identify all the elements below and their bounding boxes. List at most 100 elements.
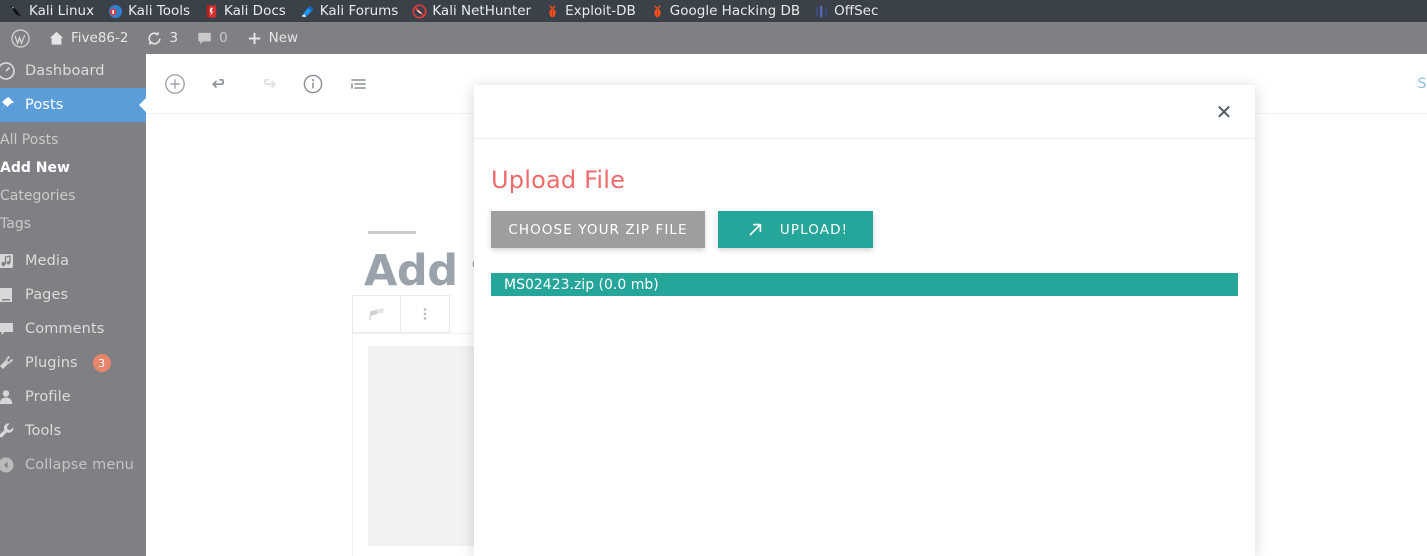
admin-bar-new[interactable]: New bbox=[237, 22, 307, 54]
bookmark-google-hacking-db[interactable]: Google Hacking DB bbox=[643, 0, 807, 22]
arrow-up-right-icon bbox=[749, 223, 762, 236]
add-block-button[interactable] bbox=[158, 67, 192, 101]
bookmark-offsec[interactable]: OffSec bbox=[807, 0, 885, 22]
kali-nethunter-icon bbox=[412, 3, 427, 19]
modal-header: ✕ bbox=[474, 85, 1255, 139]
sidebar-item-collapse-menu[interactable]: Collapse menu bbox=[0, 448, 146, 482]
updates-icon bbox=[148, 31, 162, 45]
list-view-icon bbox=[351, 78, 366, 89]
sidebar-item-label: Comments bbox=[25, 321, 105, 337]
sidebar-item-dashboard[interactable]: Dashboard bbox=[0, 54, 146, 88]
pages-icon bbox=[0, 288, 12, 302]
sidebar-item-comments[interactable]: Comments bbox=[0, 312, 146, 346]
bookmark-label: Kali Docs bbox=[224, 3, 286, 19]
admin-bar-comments[interactable]: 0 bbox=[187, 22, 237, 54]
bookmark-kali-nethunter[interactable]: Kali NetHunter bbox=[405, 0, 538, 22]
upload-file-modal: ✕ Upload File CHOOSE YOUR ZIP FILE UPLOA… bbox=[474, 85, 1255, 556]
bookmark-kali-tools[interactable]: Kali Tools bbox=[101, 0, 197, 22]
sidebar-item-tools[interactable]: Tools bbox=[0, 414, 146, 448]
admin-bar-site-name[interactable]: Five86-2 bbox=[39, 22, 137, 54]
admin-sidebar: Dashboard Posts All Posts Add New Catego… bbox=[0, 54, 147, 556]
submenu-label: Add New bbox=[0, 160, 70, 176]
new-label: New bbox=[268, 30, 299, 46]
sidebar-item-label: Tools bbox=[25, 423, 62, 439]
block-toolbar bbox=[352, 295, 450, 333]
sidebar-subitem-all-posts[interactable]: All Posts bbox=[0, 126, 146, 154]
block-type-button[interactable] bbox=[353, 296, 401, 332]
submenu-label: Tags bbox=[0, 216, 31, 232]
comment-bubble-icon bbox=[198, 32, 211, 44]
sidebar-item-profile[interactable]: Profile bbox=[0, 380, 146, 414]
block-options-button[interactable] bbox=[401, 296, 449, 332]
uploaded-file-banner: MS02423.zip (0.0 mb) bbox=[491, 273, 1238, 296]
bookmark-label: Kali Tools bbox=[128, 3, 190, 19]
browser-bookmarks-bar: Kali Linux Kali Tools Kali Docs Kali For… bbox=[0, 0, 1427, 22]
profile-icon bbox=[0, 390, 13, 404]
sidebar-subitem-add-new[interactable]: Add New bbox=[0, 154, 146, 182]
vertical-dots-icon bbox=[423, 308, 427, 320]
exploit-db-bug-icon bbox=[549, 4, 556, 17]
comments-icon bbox=[0, 323, 13, 335]
tools-icon bbox=[0, 423, 14, 438]
sidebar-subitem-tags[interactable]: Tags bbox=[0, 210, 146, 238]
modal-button-row: CHOOSE YOUR ZIP FILE UPLOAD! bbox=[491, 211, 1238, 248]
bookmark-exploit-db[interactable]: Exploit-DB bbox=[538, 0, 643, 22]
modal-body: Upload File CHOOSE YOUR ZIP FILE UPLOAD!… bbox=[474, 139, 1255, 296]
posts-submenu: All Posts Add New Categories Tags bbox=[0, 122, 146, 244]
circle-plus-icon bbox=[165, 73, 185, 94]
kali-docs-book-icon bbox=[206, 4, 217, 18]
admin-bar-wp-logo[interactable] bbox=[0, 22, 39, 54]
upload-button[interactable]: UPLOAD! bbox=[718, 211, 873, 248]
sidebar-item-posts[interactable]: Posts bbox=[0, 88, 147, 122]
undo-button[interactable] bbox=[204, 67, 238, 101]
pin-icon bbox=[1, 97, 14, 112]
updates-count: 3 bbox=[169, 30, 179, 46]
plugins-update-badge: 3 bbox=[92, 354, 111, 372]
redo-button[interactable] bbox=[250, 67, 284, 101]
kali-forums-icon bbox=[301, 5, 314, 17]
bookmark-label: OffSec bbox=[834, 3, 879, 19]
sidebar-item-label: Plugins bbox=[25, 355, 78, 371]
bookmark-kali-linux[interactable]: Kali Linux bbox=[2, 0, 101, 22]
bookmark-label: Kali NetHunter bbox=[432, 3, 532, 19]
comments-count: 0 bbox=[219, 30, 228, 46]
dashboard-icon bbox=[0, 62, 15, 80]
choose-zip-file-button[interactable]: CHOOSE YOUR ZIP FILE bbox=[491, 211, 705, 248]
modal-title: Upload File bbox=[491, 166, 626, 194]
admin-bar-updates[interactable]: 3 bbox=[137, 22, 187, 54]
bookmark-label: Exploit-DB bbox=[565, 3, 636, 19]
media-icon bbox=[0, 254, 13, 268]
bookmark-label: Google Hacking DB bbox=[669, 3, 801, 19]
title-rule bbox=[368, 231, 416, 234]
sidebar-item-pages[interactable]: Pages bbox=[0, 278, 146, 312]
sidebar-item-label: Pages bbox=[25, 287, 69, 303]
list-view-button[interactable] bbox=[342, 67, 376, 101]
sidebar-item-label: Dashboard bbox=[25, 63, 105, 79]
sidebar-item-label: Collapse menu bbox=[25, 457, 134, 473]
plugins-icon bbox=[0, 355, 14, 369]
sidebar-item-label: Media bbox=[25, 253, 70, 269]
details-button[interactable] bbox=[296, 67, 330, 101]
paragraph-block-icon bbox=[368, 308, 383, 320]
site-name-label: Five86-2 bbox=[71, 30, 129, 46]
kali-dragon-icon bbox=[9, 5, 23, 16]
bookmark-label: Kali Forums bbox=[319, 3, 399, 19]
kali-tools-icon bbox=[109, 4, 123, 18]
home-icon bbox=[49, 31, 64, 45]
wordpress-logo-icon bbox=[11, 28, 30, 48]
close-x-icon[interactable]: ✕ bbox=[1213, 101, 1235, 123]
undo-icon bbox=[212, 78, 224, 88]
sidebar-item-media[interactable]: Media bbox=[0, 244, 146, 278]
bookmark-label: Kali Linux bbox=[29, 3, 95, 19]
save-draft-button[interactable]: Sa bbox=[1418, 76, 1427, 92]
plus-icon bbox=[248, 32, 260, 44]
redo-icon bbox=[264, 78, 276, 88]
sidebar-subitem-categories[interactable]: Categories bbox=[0, 182, 146, 210]
upload-button-label: UPLOAD! bbox=[779, 221, 849, 238]
screen: Kali Linux Kali Tools Kali Docs Kali For… bbox=[0, 0, 1427, 556]
bookmark-kali-docs[interactable]: Kali Docs bbox=[197, 0, 293, 22]
current-menu-arrow bbox=[139, 97, 147, 113]
google-hacking-db-bug-icon bbox=[654, 4, 661, 17]
bookmark-kali-forums[interactable]: Kali Forums bbox=[293, 0, 406, 22]
sidebar-item-plugins[interactable]: Plugins 3 bbox=[0, 346, 146, 380]
